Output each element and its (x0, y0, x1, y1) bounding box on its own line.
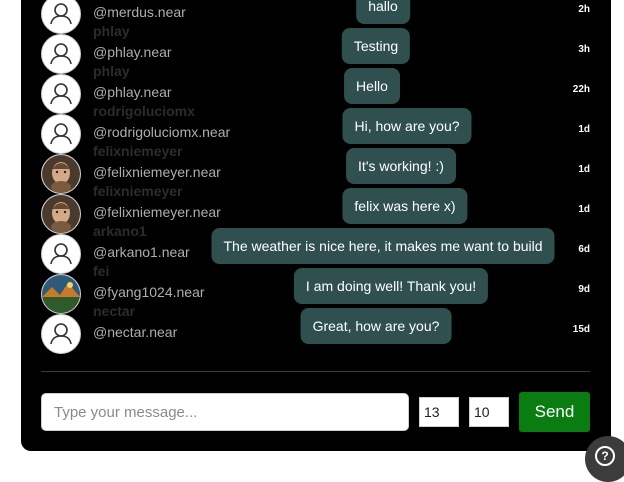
sender-name[interactable]: felixniemeyer (93, 143, 183, 159)
user-icon (50, 323, 72, 345)
message-timestamp: 22h (572, 84, 590, 95)
message-timestamp: 2h (578, 4, 590, 15)
message-bubble: I am doing well! Thank you! (293, 268, 489, 304)
user-icon (50, 83, 72, 105)
avatar-photo (42, 155, 80, 193)
avatar[interactable] (41, 274, 81, 314)
send-button[interactable]: Send (519, 392, 590, 432)
message-bubble: hallo (356, 0, 410, 24)
sender-handle[interactable]: @merdus.near (93, 4, 186, 20)
message-timestamp: 1d (578, 164, 590, 175)
sender-name[interactable]: phlay (93, 63, 130, 79)
sender-handle[interactable]: @felixniemeyer.near (93, 204, 221, 220)
avatar[interactable] (41, 114, 81, 154)
sender-name[interactable]: rodrigoluciomx (93, 103, 195, 119)
sender-handle[interactable]: @arkano1.near (93, 244, 190, 260)
sender-name[interactable]: nectar (93, 303, 135, 319)
avatar[interactable] (41, 34, 81, 74)
message-timestamp: 6d (578, 244, 590, 255)
sender-name[interactable]: arkano1 (93, 223, 147, 239)
message-bubble: Great, how are you? (300, 308, 452, 344)
avatar[interactable] (41, 154, 81, 194)
message-bubble: felix was here x) (342, 188, 468, 224)
user-icon (50, 243, 72, 265)
number-input-a[interactable] (419, 397, 459, 427)
message-row: nectar @nectar.near Great, how are you? 15d (21, 303, 611, 354)
avatar[interactable] (41, 234, 81, 274)
avatar[interactable] (41, 314, 81, 354)
avatar-photo (42, 195, 80, 233)
user-icon (50, 43, 72, 65)
message-timestamp: 3h (578, 44, 590, 55)
message-timestamp: 1d (578, 204, 590, 215)
message-bubble: Testing (341, 28, 411, 64)
message-bubble: Hello (344, 68, 400, 104)
message-timestamp: 1d (578, 124, 590, 135)
message-input[interactable] (41, 393, 409, 431)
chat-panel: merdus@merdus.nearhallo2hphlay@phlay.nea… (21, 0, 611, 451)
avatar[interactable] (41, 0, 81, 34)
sender-handle[interactable]: @fyang1024.near (93, 284, 205, 300)
message-bubble: It's working! :) (346, 148, 456, 184)
message-bubble: The weather is nice here, it makes me wa… (211, 228, 555, 264)
avatar[interactable] (41, 74, 81, 114)
sender-name[interactable]: phlay (93, 23, 130, 39)
sender-handle[interactable]: @rodrigoluciomx.near (93, 124, 230, 140)
question-icon: ? (595, 446, 615, 466)
sender-handle[interactable]: @phlay.near (93, 84, 172, 100)
user-icon (50, 123, 72, 145)
message-timestamp: 9d (578, 284, 590, 295)
help-button[interactable]: ? (585, 436, 624, 482)
sender-handle[interactable]: @phlay.near (93, 44, 172, 60)
message-bubble: Hi, how are you? (342, 108, 472, 144)
message-timestamp: 15d (572, 324, 590, 335)
avatar-photo (42, 275, 80, 313)
user-icon (50, 3, 72, 25)
sender-handle[interactable]: @nectar.near (93, 324, 177, 340)
divider (41, 371, 590, 372)
number-input-b[interactable] (469, 397, 509, 427)
sender-name[interactable]: felixniemeyer (93, 183, 183, 199)
sender-handle[interactable]: @felixniemeyer.near (93, 164, 221, 180)
avatar[interactable] (41, 194, 81, 234)
sender-name[interactable]: fei (93, 263, 109, 279)
